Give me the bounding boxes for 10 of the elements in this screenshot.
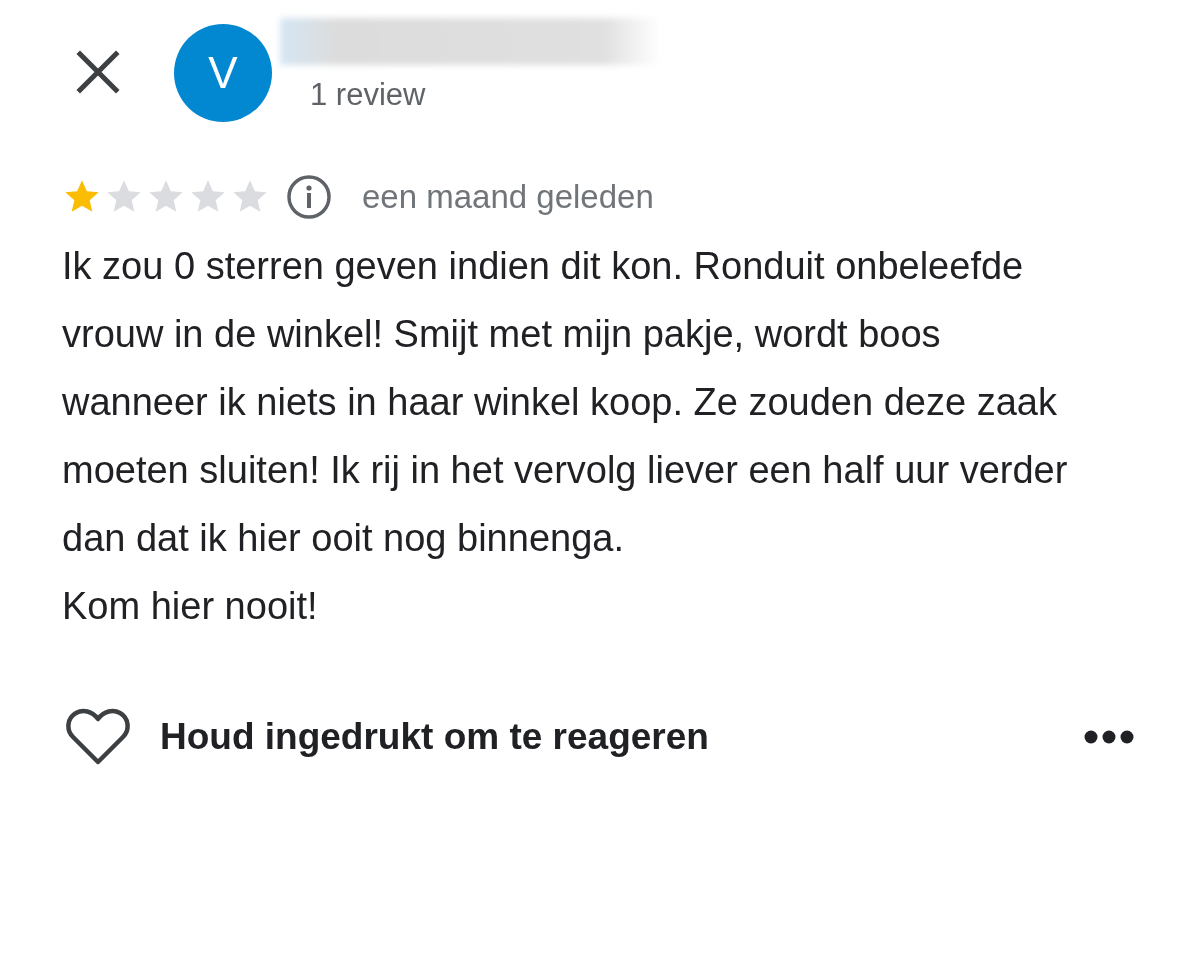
review-date: een maand geleden <box>362 177 654 217</box>
react-hint: Houd ingedrukt om te reageren <box>160 714 710 759</box>
info-icon[interactable] <box>286 173 332 220</box>
more-icon <box>1084 729 1134 744</box>
more-button[interactable] <box>1084 729 1134 744</box>
review-text: Ik zou 0 sterren geven indien dit kon. Ronduit onbeleefde vrouw in de winkel! Smijt met mijn pakje, wordt boos wanneer ik niets in haar winkel koop. Ze zouden deze zaak moeten sluiten! Ik rij in het vervolg liever een half uur verder dan dat ik hier ooit nog binnenga. Kom hier nooit! <box>61 243 1069 629</box>
avatar: V <box>174 24 272 122</box>
heart-icon[interactable] <box>66 707 130 766</box>
review-count: 1 review <box>310 79 427 110</box>
close-icon <box>76 50 120 94</box>
